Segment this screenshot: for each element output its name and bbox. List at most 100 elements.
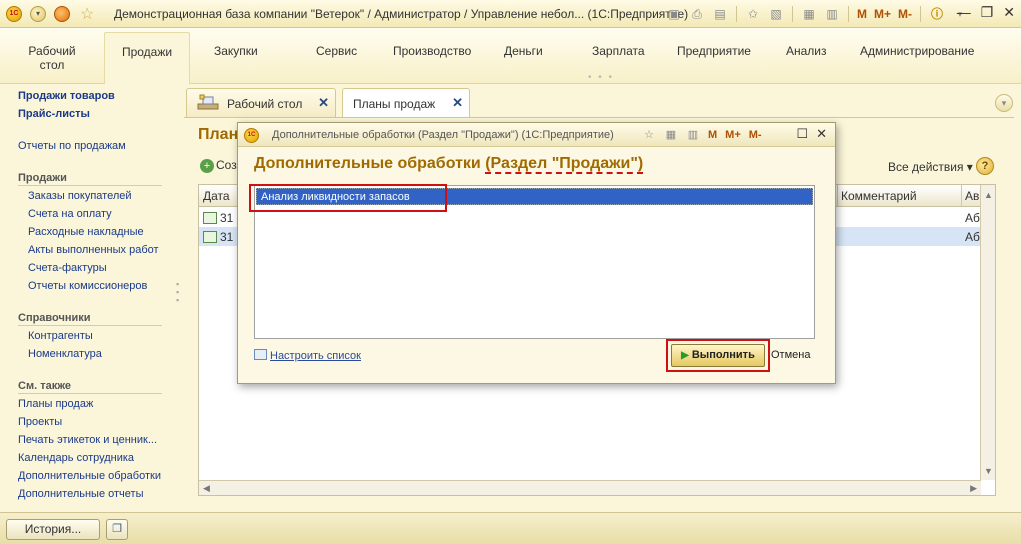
- memory-m-button[interactable]: M: [855, 4, 869, 24]
- cell-author: Аб: [965, 211, 980, 225]
- save-icon[interactable]: ▣: [664, 4, 684, 24]
- scroll-left-icon[interactable]: ◀: [203, 483, 210, 494]
- close-icon[interactable]: ✕: [1003, 4, 1015, 21]
- scroll-down-icon[interactable]: ▼: [984, 466, 993, 476]
- memory-m-button[interactable]: M: [706, 126, 719, 144]
- nav-item[interactable]: Дополнительные обработки: [18, 470, 161, 482]
- collapse-tabs-icon[interactable]: ▾: [995, 94, 1013, 112]
- main-menu-icon[interactable]: ▾: [30, 6, 46, 22]
- column-author[interactable]: Ав: [965, 189, 979, 203]
- cell-author: Аб: [965, 230, 980, 244]
- nav-sales-reports[interactable]: Отчеты по продажам: [18, 140, 126, 152]
- title-bar: 1С ▾ ☆ Демонстрационная база компании "В…: [0, 0, 1021, 28]
- create-button[interactable]: + Соз: [200, 158, 237, 173]
- info-icon[interactable]: ⓘ: [927, 4, 947, 24]
- calculator-icon[interactable]: ▦: [662, 126, 680, 144]
- orange-circle-icon[interactable]: [54, 6, 70, 22]
- tab-close-icon[interactable]: ✕: [318, 95, 329, 111]
- calendar-icon[interactable]: ▥: [822, 4, 842, 24]
- help-icon[interactable]: ?: [976, 157, 994, 175]
- dialog-toolbar: ☆ ▦ ▥ M M+ M-: [640, 126, 764, 144]
- windows-list-icon[interactable]: ❐: [106, 519, 128, 540]
- minimize-icon[interactable]: —: [957, 4, 971, 21]
- cell-date: 31: [220, 211, 234, 225]
- history-button[interactable]: История...: [6, 519, 100, 540]
- dialog-heading: Дополнительные обработки (Раздел "Продаж…: [254, 155, 644, 174]
- restore-icon[interactable]: ❐: [981, 4, 994, 21]
- nav-group-see-also: См. также: [18, 380, 162, 394]
- 1c-logo-icon: 1С: [244, 128, 259, 143]
- section-production[interactable]: Производство: [393, 44, 471, 58]
- close-icon[interactable]: ✕: [816, 126, 827, 142]
- memory-plus-button[interactable]: M+: [872, 4, 893, 24]
- section-enterprise[interactable]: Предприятие: [677, 44, 751, 58]
- nav-item[interactable]: Контрагенты: [28, 330, 93, 342]
- nav-group-references: Справочники: [18, 312, 162, 326]
- history-doc-icon[interactable]: ▧: [766, 4, 786, 24]
- nav-item[interactable]: Календарь сотрудника: [18, 452, 134, 464]
- tab-close-icon[interactable]: ✕: [452, 95, 463, 111]
- window-title: Демонстрационная база компании "Ветерок"…: [114, 7, 689, 21]
- memory-minus-button[interactable]: M-: [896, 4, 914, 24]
- tab-sales-plans[interactable]: Планы продаж ✕: [342, 88, 470, 120]
- tab-desktop[interactable]: Рабочий стол ✕: [186, 88, 336, 118]
- column-comment[interactable]: Комментарий: [841, 189, 917, 203]
- nav-item[interactable]: Акты выполненных работ: [28, 244, 159, 256]
- calculator-icon[interactable]: ▦: [799, 4, 819, 24]
- status-bar: История... ❐: [0, 512, 1021, 544]
- nav-item[interactable]: Заказы покупателей: [28, 190, 132, 202]
- document-posted-icon: [203, 212, 217, 224]
- section-service[interactable]: Сервис: [316, 44, 357, 58]
- print-icon[interactable]: ⎙: [687, 4, 707, 24]
- configure-label: Настроить список: [270, 350, 361, 362]
- dialog-title: Дополнительные обработки (Раздел "Продаж…: [272, 129, 614, 141]
- column-date[interactable]: Дата: [203, 189, 230, 203]
- column-divider: [961, 185, 962, 207]
- section-money[interactable]: Деньги: [504, 44, 543, 58]
- scroll-up-icon[interactable]: ▲: [984, 190, 993, 200]
- nav-price-lists[interactable]: Прайс-листы: [18, 108, 90, 120]
- nav-item[interactable]: Планы продаж: [18, 398, 93, 410]
- section-desktop[interactable]: Рабочий стол: [22, 44, 82, 72]
- horizontal-scrollbar[interactable]: ◀ ▶: [199, 480, 981, 495]
- configure-list-link[interactable]: Настроить список: [254, 349, 361, 362]
- section-analysis[interactable]: Анализ: [786, 44, 827, 58]
- vertical-scrollbar[interactable]: ▲ ▼: [980, 185, 995, 480]
- favorites-star-icon[interactable]: ☆: [80, 4, 94, 24]
- heading-text: Дополнительные обработки: [254, 155, 486, 172]
- plus-icon: +: [200, 159, 214, 173]
- nav-item[interactable]: Расходные накладные: [28, 226, 144, 238]
- nav-item[interactable]: Отчеты комиссионеров: [28, 280, 147, 292]
- maximize-icon[interactable]: ☐: [796, 126, 808, 142]
- nav-group-sales: Продажи: [18, 172, 162, 186]
- add-favorite-icon[interactable]: ✩: [743, 4, 763, 24]
- section-salary[interactable]: Зарплата: [592, 44, 645, 58]
- nav-item[interactable]: Номенклатура: [28, 348, 102, 360]
- nav-item[interactable]: Дополнительные отчеты: [18, 488, 143, 500]
- favorite-icon[interactable]: ☆: [640, 126, 658, 144]
- panel-splitter[interactable]: ▪ ▪ ▪: [176, 280, 179, 305]
- nav-item[interactable]: Проекты: [18, 416, 62, 428]
- calendar-icon[interactable]: ▥: [684, 126, 702, 144]
- window-controls: — ❐ ✕: [957, 4, 1015, 21]
- title-toolbar: ▣ ⎙ ▤ ✩ ▧ ▦ ▥ M M+ M- ⓘ ▾: [664, 4, 970, 24]
- memory-minus-button[interactable]: M-: [747, 126, 764, 144]
- tab-label: Планы продаж: [353, 97, 436, 111]
- section-sales[interactable]: Продажи: [104, 32, 190, 84]
- preview-icon[interactable]: ▤: [710, 4, 730, 24]
- nav-item[interactable]: Печать этикеток и ценник...: [18, 434, 157, 446]
- section-administration[interactable]: Администрирование: [860, 44, 974, 58]
- separator: [736, 6, 737, 22]
- all-actions-menu[interactable]: Все действия ▾: [888, 160, 973, 174]
- additional-processing-dialog: 1С Дополнительные обработки (Раздел "Про…: [237, 122, 836, 384]
- 1c-logo-icon[interactable]: 1С: [6, 6, 22, 22]
- nav-item[interactable]: Счета-фактуры: [28, 262, 107, 274]
- section-purchases[interactable]: Закупки: [214, 44, 258, 58]
- nav-sales-goods[interactable]: Продажи товаров: [18, 90, 115, 102]
- memory-plus-button[interactable]: M+: [723, 126, 743, 144]
- resize-handle[interactable]: • • •: [588, 72, 614, 83]
- nav-item[interactable]: Счета на оплату: [28, 208, 112, 220]
- cancel-button[interactable]: Отмена: [771, 349, 810, 361]
- scroll-right-icon[interactable]: ▶: [970, 483, 977, 494]
- sections-panel: Рабочий стол Продажи Закупки Сервис Прои…: [0, 28, 1021, 84]
